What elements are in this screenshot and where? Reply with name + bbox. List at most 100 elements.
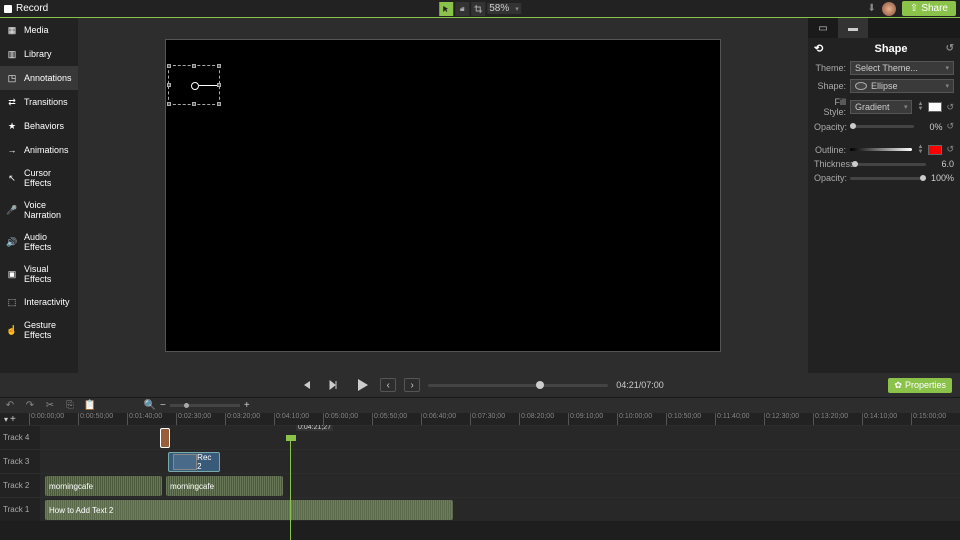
scrub-thumb[interactable] bbox=[536, 381, 544, 389]
callout-line[interactable] bbox=[199, 85, 217, 86]
fill-opacity-slider[interactable] bbox=[850, 125, 914, 128]
step-back-button[interactable]: ‹ bbox=[380, 378, 396, 392]
track-label[interactable]: Track 2 bbox=[0, 474, 40, 497]
properties-button[interactable]: ✿Properties bbox=[888, 378, 952, 393]
shape-label: Shape: bbox=[814, 81, 846, 91]
outline-opacity-label: Opacity: bbox=[814, 173, 846, 183]
outline-color-swatch[interactable] bbox=[928, 145, 942, 155]
ruler-tick: 0:07:30;00 bbox=[470, 413, 519, 425]
tab-video-props[interactable]: ▭ bbox=[808, 18, 838, 38]
reset-opacity[interactable]: ↺ bbox=[946, 121, 954, 132]
resize-handle[interactable] bbox=[192, 64, 196, 68]
track-content[interactable] bbox=[40, 426, 960, 449]
track-content[interactable]: How to Add Text 2 bbox=[40, 498, 960, 521]
ellipse-shape[interactable] bbox=[191, 82, 199, 90]
shape-selection[interactable] bbox=[168, 65, 220, 105]
thickness-value: 6.0 bbox=[930, 159, 954, 169]
sidebar-item-annotations[interactable]: ◳Annotations bbox=[0, 66, 78, 90]
reset-icon[interactable]: ↺ bbox=[946, 43, 954, 54]
clip-shape[interactable] bbox=[160, 428, 170, 448]
hand-tool[interactable] bbox=[455, 2, 469, 16]
minus-icon[interactable]: − bbox=[160, 400, 166, 411]
pointer-tool[interactable] bbox=[439, 2, 453, 16]
sidebar-item-media[interactable]: ▦Media bbox=[0, 18, 78, 42]
link-icon[interactable]: ⟲ bbox=[814, 42, 828, 55]
reset-outline[interactable]: ↺ bbox=[946, 144, 954, 155]
fill-stepper[interactable]: ▲▼ bbox=[916, 102, 924, 112]
undo-button[interactable]: ↶ bbox=[4, 400, 16, 412]
ruler-tick: 0:05:50;00 bbox=[372, 413, 421, 425]
canvas[interactable] bbox=[165, 39, 721, 352]
download-icon[interactable]: ⬇ bbox=[868, 3, 876, 14]
ruler-tick: 0:09:10;00 bbox=[568, 413, 617, 425]
timeline-ruler[interactable]: 0:00:00;000:00:50;000:01:40;000:02:30;00… bbox=[29, 413, 960, 425]
track-content[interactable]: morningcafe morningcafe bbox=[40, 474, 960, 497]
resize-handle[interactable] bbox=[217, 102, 221, 106]
avatar[interactable] bbox=[882, 2, 896, 16]
clip-audio[interactable]: morningcafe bbox=[166, 476, 283, 496]
record-icon bbox=[4, 5, 12, 13]
ruler-tick: 0:12:30;00 bbox=[764, 413, 813, 425]
redo-button[interactable]: ↷ bbox=[24, 400, 36, 412]
resize-handle[interactable] bbox=[167, 64, 171, 68]
clip-recording[interactable]: Rec 2 bbox=[168, 452, 220, 472]
animations-icon: → bbox=[6, 144, 18, 156]
paste-button[interactable]: 📋 bbox=[84, 400, 96, 412]
annotations-icon: ◳ bbox=[6, 72, 18, 84]
sidebar-item-behaviors[interactable]: ★Behaviors bbox=[0, 114, 78, 138]
track-label[interactable]: Track 3 bbox=[0, 450, 40, 473]
crop-tool[interactable] bbox=[471, 2, 485, 16]
playhead-marker[interactable] bbox=[286, 435, 296, 441]
cut-button[interactable]: ✂ bbox=[44, 400, 56, 412]
thickness-slider[interactable] bbox=[850, 163, 926, 166]
sidebar-item-audio-effects[interactable]: 🔊Audio Effects bbox=[0, 226, 78, 258]
sidebar-item-voice-narration[interactable]: 🎤Voice Narration bbox=[0, 194, 78, 226]
copy-button[interactable]: ⎘ bbox=[64, 400, 76, 412]
next-clip-button[interactable] bbox=[324, 375, 344, 395]
outline-stepper[interactable]: ▲▼ bbox=[916, 145, 924, 155]
playhead-line[interactable] bbox=[290, 435, 291, 540]
scrubber[interactable] bbox=[428, 384, 608, 387]
sidebar-item-visual-effects[interactable]: ▣Visual Effects bbox=[0, 258, 78, 290]
play-button[interactable] bbox=[352, 375, 372, 395]
outline-opacity-slider[interactable] bbox=[850, 177, 926, 180]
sidebar-item-animations[interactable]: →Animations bbox=[0, 138, 78, 162]
outline-slider[interactable] bbox=[850, 148, 912, 151]
step-forward-button[interactable]: › bbox=[404, 378, 420, 392]
add-track-button[interactable]: + bbox=[10, 414, 16, 425]
reset-fill[interactable]: ↺ bbox=[946, 102, 954, 113]
theme-select[interactable]: Select Theme... bbox=[850, 61, 954, 75]
collapse-icon[interactable]: ▾ bbox=[4, 415, 8, 424]
sidebar-item-interactivity[interactable]: ⬚Interactivity bbox=[0, 290, 78, 314]
zoom-select[interactable]: 58% bbox=[487, 3, 521, 14]
ellipse-icon bbox=[855, 82, 867, 90]
timeline-zoom-slider[interactable] bbox=[170, 404, 240, 407]
track-content[interactable]: Rec 2 bbox=[40, 450, 960, 473]
resize-handle[interactable] bbox=[167, 102, 171, 106]
share-button[interactable]: ⇧ Share bbox=[902, 1, 956, 16]
sidebar-item-transitions[interactable]: ⇄Transitions bbox=[0, 90, 78, 114]
clip-audio[interactable]: morningcafe bbox=[45, 476, 162, 496]
resize-handle[interactable] bbox=[167, 83, 171, 87]
resize-handle[interactable] bbox=[192, 102, 196, 106]
shape-select[interactable]: Ellipse bbox=[850, 79, 954, 93]
zoom-out-button[interactable]: 🔍 bbox=[144, 400, 156, 412]
fill-color-swatch[interactable] bbox=[928, 102, 942, 112]
ruler-tick: 0:11:40;00 bbox=[715, 413, 764, 425]
plus-icon[interactable]: + bbox=[244, 400, 250, 411]
sidebar-item-library[interactable]: ▥Library bbox=[0, 42, 78, 66]
sidebar-item-cursor-effects[interactable]: ↖Cursor Effects bbox=[0, 162, 78, 194]
fill-select[interactable]: Gradient bbox=[850, 100, 912, 114]
track-label[interactable]: Track 1 bbox=[0, 498, 40, 521]
clip-main[interactable]: How to Add Text 2 bbox=[45, 500, 453, 520]
resize-handle[interactable] bbox=[217, 83, 221, 87]
record-button[interactable]: Record bbox=[4, 3, 48, 14]
tab-shape-props[interactable]: ▬ bbox=[838, 18, 868, 38]
prev-frame-button[interactable] bbox=[296, 375, 316, 395]
clip-thumbnail bbox=[173, 454, 197, 470]
track-add-controls: ▾ + bbox=[0, 413, 29, 425]
resize-handle[interactable] bbox=[217, 64, 221, 68]
sidebar-item-gesture-effects[interactable]: ☝Gesture Effects bbox=[0, 314, 78, 346]
ruler-tick: 0:03:20;00 bbox=[225, 413, 274, 425]
track-label[interactable]: Track 4 bbox=[0, 426, 40, 449]
